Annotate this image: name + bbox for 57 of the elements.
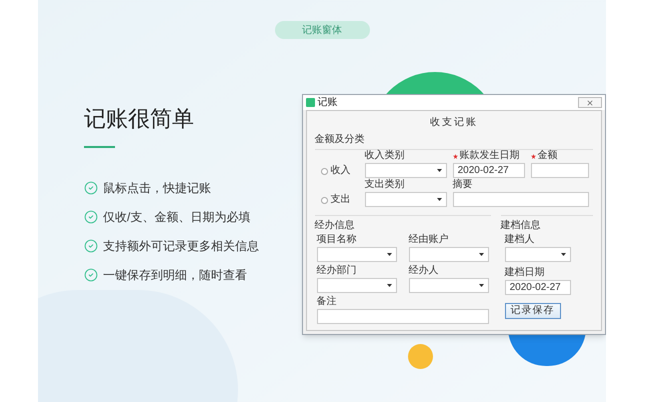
caret-icon	[478, 253, 484, 256]
field-label: 经办人	[408, 266, 439, 276]
caret-icon	[386, 253, 392, 256]
dropdown[interactable]	[504, 247, 571, 262]
field-label: 经由账户	[408, 235, 449, 245]
feature-text: 支持额外可记录更多相关信息	[103, 238, 259, 254]
section-title: 金额及分类	[314, 132, 365, 147]
radio-label: 支出	[330, 195, 351, 205]
window-title: 记账	[318, 98, 338, 108]
feature-text: 一键保存到明细，随时查看	[103, 267, 247, 283]
section-title: 经办信息	[314, 218, 355, 233]
input-field[interactable]	[530, 163, 589, 178]
dropdown[interactable]	[408, 247, 489, 262]
close-button[interactable]	[578, 97, 602, 108]
input-field[interactable]	[452, 192, 589, 207]
badge: 记账窗体	[274, 21, 370, 39]
field-label: 项目名称	[316, 235, 357, 245]
dropdown[interactable]	[364, 192, 447, 207]
field-label: 摘要	[452, 180, 473, 190]
field-label: 经办部门	[316, 266, 357, 276]
radio-label: 收入	[330, 166, 351, 176]
field-label: 备注	[316, 297, 337, 307]
field-value: 2020-02-27	[458, 166, 509, 176]
feature-text: 鼠标点击，快捷记账	[103, 180, 211, 196]
check-icon	[84, 181, 98, 195]
feature-text: 仅收/支、金额、日期为必填	[103, 209, 250, 225]
caret-icon	[386, 284, 392, 287]
headline: 记账很简单	[84, 108, 195, 130]
field-value: 2020-02-27	[510, 282, 561, 292]
input-field[interactable]: 2020-02-27	[452, 163, 525, 178]
field-label: 金额	[538, 151, 558, 161]
check-icon	[84, 239, 98, 253]
input-field[interactable]	[316, 309, 489, 324]
caret-icon	[478, 284, 484, 287]
dropdown[interactable]	[316, 278, 397, 293]
save-button[interactable]: 记录保存	[504, 303, 561, 319]
field-label: 收入类别	[364, 151, 405, 161]
dropdown[interactable]	[364, 163, 447, 178]
field-label: 账款发生日期	[460, 151, 520, 161]
app-icon	[306, 98, 315, 107]
caret-icon	[436, 198, 442, 201]
radio-button[interactable]	[320, 168, 328, 174]
section-title: 建档信息	[500, 218, 541, 233]
field-label: 建档日期	[504, 268, 545, 278]
close-icon	[586, 98, 594, 106]
dropdown[interactable]	[316, 247, 397, 262]
field-label: 支出类别	[364, 180, 405, 190]
accent-line	[84, 146, 115, 148]
check-icon	[84, 210, 98, 224]
caret-icon	[560, 253, 566, 256]
form-heading: 收支记账	[430, 116, 478, 130]
dropdown[interactable]	[408, 278, 489, 293]
input-field[interactable]: 2020-02-27	[504, 280, 571, 295]
check-icon	[84, 268, 98, 282]
radio-button[interactable]	[320, 196, 328, 204]
field-label: 建档人	[504, 235, 535, 245]
caret-icon	[436, 169, 442, 172]
